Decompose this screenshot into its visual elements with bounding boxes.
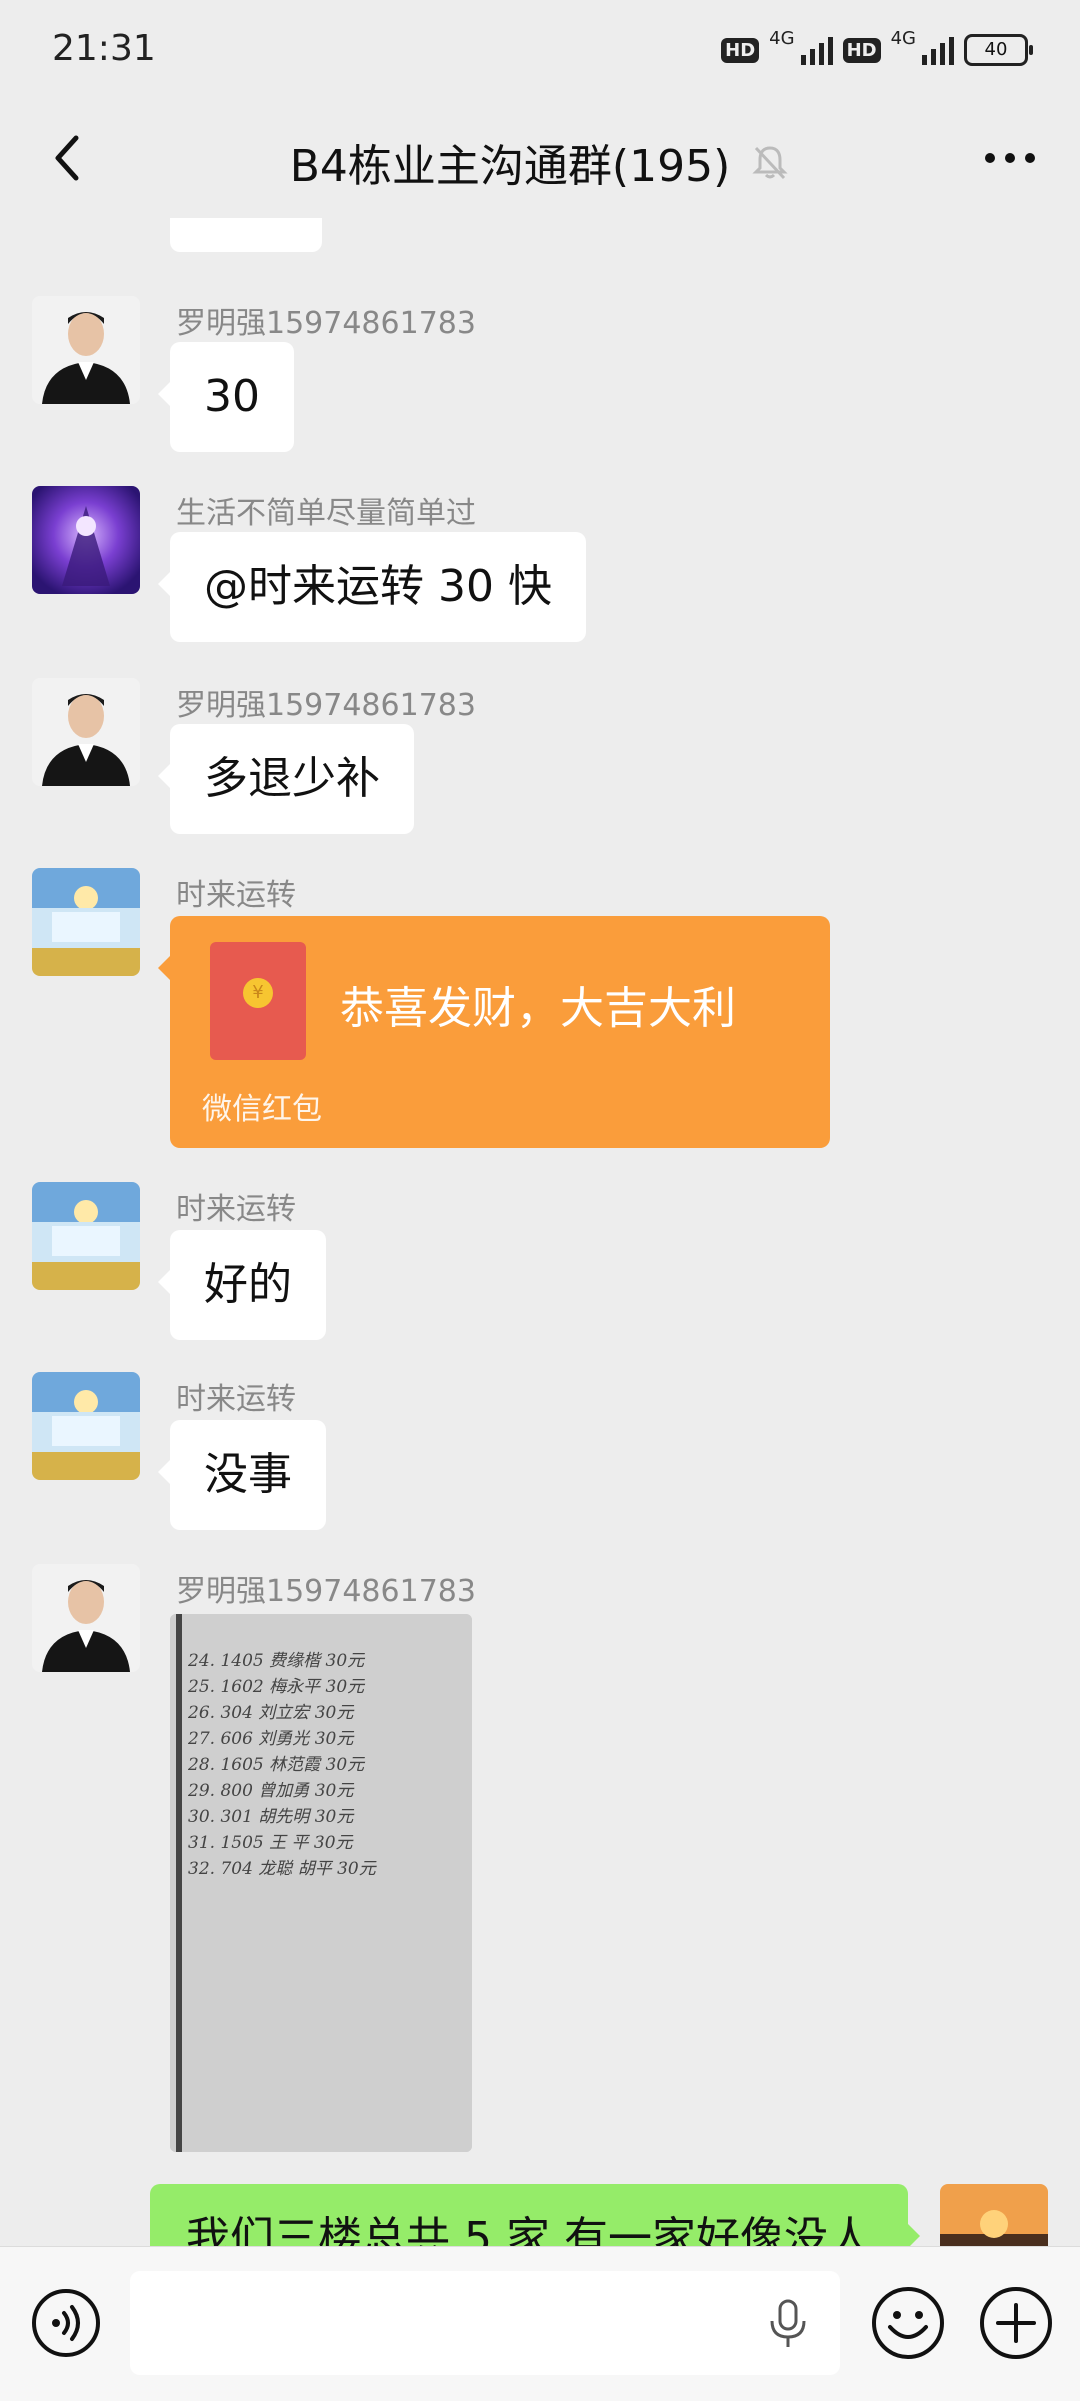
avatar-purple-anime[interactable]: [32, 486, 140, 594]
message-bubble[interactable]: 没事: [158, 1420, 326, 1530]
message-bubble[interactable]: @时来运转 30 快: [158, 532, 586, 642]
voice-icon[interactable]: [30, 2287, 102, 2359]
mute-bell-icon: [752, 146, 788, 180]
signal-icon: [800, 35, 833, 65]
image-message-handwritten-list[interactable]: 24. 1405 费缘楷 30元 25. 1602 梅永平 30元 26. 30…: [170, 1614, 472, 2152]
chat-title: B4栋业主沟通群(195): [289, 141, 731, 192]
status-bar: 21:31 HD 4G HD 4G 40: [0, 0, 1080, 100]
list-line: 31. 1505 王 平 30元: [188, 1833, 355, 1853]
message-text: 没事: [204, 1449, 292, 1500]
message-text: 30: [204, 371, 260, 422]
status-icons: HD 4G HD 4G 40: [721, 28, 1033, 72]
list-line: 30. 301 胡先明 30元: [188, 1807, 355, 1827]
list-line: 27. 606 刘勇光 30元: [187, 1729, 355, 1749]
hd-badge-2: HD: [842, 37, 881, 63]
sender-name: 罗明强15974861783: [176, 688, 476, 723]
message-bubble[interactable]: 多退少补: [158, 724, 414, 834]
message-text: 好的: [204, 1259, 292, 1310]
status-time: 21:31: [52, 28, 156, 69]
chat-messages[interactable]: 704 罗明强15974861783 30 生活不简单尽量简单过 @时来运转 3…: [0, 218, 1080, 2246]
message-input[interactable]: [130, 2271, 840, 2375]
message-bubble[interactable]: 30: [158, 342, 294, 452]
red-packet-message[interactable]: ¥ 恭喜发财，大吉大利 微信红包: [158, 916, 830, 1148]
avatar-man-in-suit[interactable]: [32, 1564, 140, 1672]
list-line: 25. 1602 梅永平 30元: [187, 1677, 366, 1697]
avatar-man-in-suit[interactable]: [32, 678, 140, 786]
avatar-waterfall[interactable]: [32, 868, 140, 976]
list-line: 24. 1405 费缘楷 30元: [187, 1651, 366, 1671]
sender-name: 时来运转: [176, 878, 296, 913]
sender-name: 罗明强15974861783: [176, 1574, 476, 1609]
red-packet-greeting: 恭喜发财，大吉大利: [340, 983, 736, 1034]
plus-icon[interactable]: [978, 2285, 1054, 2361]
battery-icon: 40: [964, 34, 1033, 66]
message-text: 704: [204, 218, 288, 222]
emoji-icon[interactable]: [870, 2285, 946, 2361]
message-bubble[interactable]: 好的: [158, 1230, 326, 1340]
network-label-2: 4G: [890, 28, 916, 49]
message-text: 我们三楼总共 5 家 有一家好像没人: [186, 2213, 872, 2246]
chat-header: B4栋业主沟通群(195): [0, 100, 1080, 218]
avatar-waterfall[interactable]: [32, 1182, 140, 1290]
signal-icon-2: [922, 35, 954, 65]
more-options-icon[interactable]: [980, 138, 1040, 178]
sender-name: 罗明强15974861783: [176, 306, 476, 341]
network-label: 4G: [769, 28, 795, 49]
mic-icon[interactable]: [766, 2299, 810, 2349]
avatar-self-sunset[interactable]: [940, 2184, 1048, 2246]
coin-icon: ¥: [243, 978, 273, 1008]
sender-name: 时来运转: [176, 1382, 296, 1417]
message-text: 多退少补: [204, 753, 380, 804]
self-message-bubble[interactable]: 我们三楼总共 5 家 有一家好像没人: [150, 2184, 920, 2246]
input-bar: [0, 2246, 1080, 2401]
sender-name: 时来运转: [176, 1192, 296, 1227]
list-line: 32. 704 龙聪 胡平 30元: [188, 1859, 378, 1879]
message-text: @时来运转 30 快: [204, 561, 552, 612]
red-packet-label: 微信红包: [202, 1092, 322, 1127]
message-bubble-partial[interactable]: 704: [170, 218, 322, 252]
avatar-waterfall[interactable]: [32, 1372, 140, 1480]
handwritten-list-photo: 24. 1405 费缘楷 30元 25. 1602 梅永平 30元 26. 30…: [170, 1614, 472, 2152]
list-line: 28. 1605 林范霞 30元: [187, 1755, 366, 1775]
avatar-man-in-suit[interactable]: [32, 296, 140, 404]
list-line: 29. 800 曾加勇 30元: [187, 1781, 355, 1801]
list-line: 26. 304 刘立宏 30元: [187, 1703, 355, 1723]
sender-name: 生活不简单尽量简单过: [176, 496, 476, 531]
hd-badge: HD: [721, 37, 760, 63]
red-packet-icon: ¥: [210, 942, 306, 1060]
